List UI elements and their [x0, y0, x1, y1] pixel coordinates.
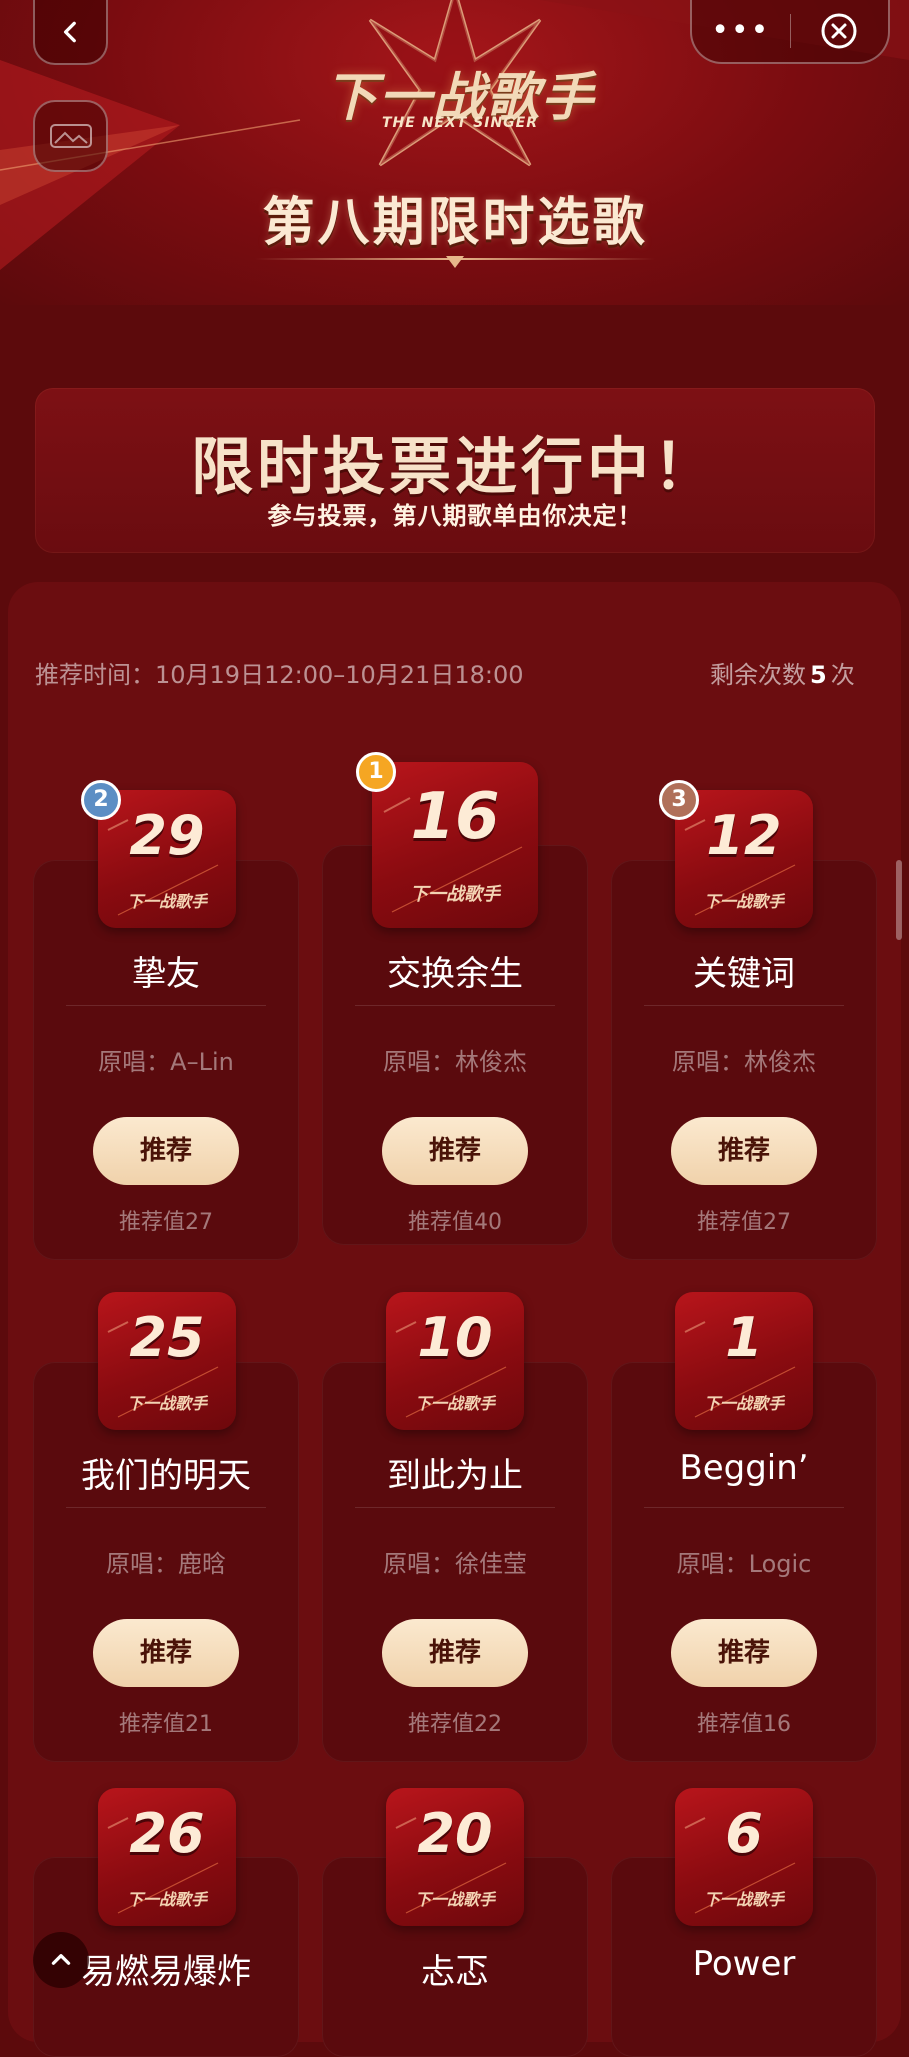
- song-number: 6: [725, 1802, 763, 1865]
- recommend-value: 推荐值22: [408, 1712, 502, 1737]
- recommend-button[interactable]: 推荐: [671, 1117, 817, 1185]
- chevron-left-icon: [63, 21, 76, 42]
- tile-logo-text: 下一战歌手: [703, 1890, 784, 1909]
- recommend-value: 推荐值21: [119, 1712, 213, 1737]
- card-divider: [66, 1005, 266, 1006]
- tile-logo-text: 下一战歌手: [126, 1394, 207, 1413]
- song-number: 1: [725, 1306, 763, 1369]
- recommend-button[interactable]: 推荐: [671, 1619, 817, 1687]
- remaining-count: 5: [810, 661, 827, 689]
- remaining-suffix: 次: [830, 661, 855, 689]
- original-singer: 原唱：林俊杰: [383, 1048, 527, 1076]
- recommend-button[interactable]: 推荐: [382, 1117, 528, 1185]
- recommend-button[interactable]: 推荐: [382, 1619, 528, 1687]
- banner-subtitle: 参与投票，第八期歌单由你决定！: [267, 502, 643, 530]
- song-number-tile: 29 下一战歌手: [98, 790, 236, 928]
- recommend-value: 推荐值27: [697, 1210, 791, 1235]
- song-number-tile: 25 下一战歌手: [98, 1292, 236, 1430]
- card-divider: [355, 1507, 555, 1508]
- chevron-up-icon: [51, 1954, 71, 1965]
- song-number-tile: 6 下一战歌手: [675, 1788, 813, 1926]
- original-singer: 原唱：林俊杰: [672, 1048, 816, 1076]
- mini-program-capsule: •••: [690, 0, 890, 64]
- tile-logo-text: 下一战歌手: [703, 892, 784, 911]
- back-button[interactable]: [33, 0, 108, 65]
- song-number: 29: [129, 804, 205, 867]
- song-title: 交换余生: [387, 954, 523, 994]
- recommend-button[interactable]: 推荐: [93, 1619, 239, 1687]
- song-number-tile: 20 下一战歌手: [386, 1788, 524, 1926]
- song-number-tile: 16 下一战歌手: [372, 762, 538, 928]
- tile-logo-text: 下一战歌手: [126, 892, 207, 911]
- song-title: 到此为止: [387, 1456, 523, 1496]
- original-singer: 原唱：Logic: [676, 1550, 812, 1578]
- voting-banner: 限时投票进行中！ 参与投票，第八期歌单由你决定！: [35, 388, 875, 553]
- recommend-button[interactable]: 推荐: [93, 1117, 239, 1185]
- close-button[interactable]: [790, 12, 888, 50]
- banner-title: 限时投票进行中！: [190, 430, 719, 503]
- song-number-tile: 26 下一战歌手: [98, 1788, 236, 1926]
- more-button[interactable]: •••: [692, 11, 790, 51]
- song-title: 忐忑: [421, 1952, 489, 1992]
- song-title: Beggin’: [679, 1448, 809, 1488]
- scrollbar[interactable]: [896, 860, 902, 940]
- original-singer: 原唱：徐佳莹: [383, 1550, 527, 1578]
- original-singer: 原唱：A–Lin: [98, 1048, 234, 1076]
- song-number: 10: [417, 1306, 493, 1369]
- song-number: 26: [129, 1802, 205, 1865]
- card-divider: [355, 1005, 555, 1006]
- song-title: 关键词: [693, 954, 795, 994]
- image-icon: [49, 124, 92, 148]
- remaining-votes: 剩余次数 5 次: [710, 655, 855, 690]
- song-number-tile: 1 下一战歌手: [675, 1292, 813, 1430]
- tile-logo-text: 下一战歌手: [126, 1890, 207, 1909]
- original-singer: 原唱：鹿晗: [106, 1550, 226, 1578]
- share-thumbnail-button[interactable]: [33, 100, 108, 172]
- close-circle-icon: [821, 13, 857, 49]
- scroll-to-top-button[interactable]: [33, 1932, 89, 1988]
- song-number: 25: [129, 1306, 205, 1369]
- song-number: 12: [706, 804, 782, 867]
- card-divider: [644, 1005, 844, 1006]
- rank-badge: 3: [659, 780, 699, 820]
- tile-logo-text: 下一战歌手: [414, 1890, 495, 1909]
- song-title: Power: [692, 1944, 796, 1984]
- hero-header: ••• 下一战歌手 THE NEXT SINGER 第八期限时选歌: [0, 0, 909, 305]
- card-divider: [644, 1507, 844, 1508]
- tile-logo-text: 下一战歌手: [410, 884, 500, 905]
- recommend-time: 推荐时间：10月19日12:00–10月21日18:00: [35, 661, 524, 689]
- remaining-prefix: 剩余次数: [710, 661, 806, 689]
- title-arrow-decoration: [446, 256, 464, 268]
- tile-logo-text: 下一战歌手: [703, 1394, 784, 1413]
- rank-badge: 2: [81, 780, 121, 820]
- song-title: 我们的明天: [81, 1456, 251, 1496]
- episode-title: 第八期限时选歌: [262, 193, 648, 253]
- rank-badge: 1: [356, 752, 396, 792]
- song-number: 20: [417, 1802, 493, 1865]
- card-divider: [66, 1507, 266, 1508]
- song-number: 16: [410, 780, 500, 854]
- recommend-value: 推荐值27: [119, 1210, 213, 1235]
- show-logo-subtitle: THE NEXT SINGER: [381, 115, 539, 131]
- tile-logo-text: 下一战歌手: [414, 1394, 495, 1413]
- song-title: 挚友: [132, 954, 200, 994]
- recommend-value: 推荐值40: [408, 1210, 502, 1235]
- recommend-value: 推荐值16: [697, 1712, 791, 1737]
- song-number-tile: 10 下一战歌手: [386, 1292, 524, 1430]
